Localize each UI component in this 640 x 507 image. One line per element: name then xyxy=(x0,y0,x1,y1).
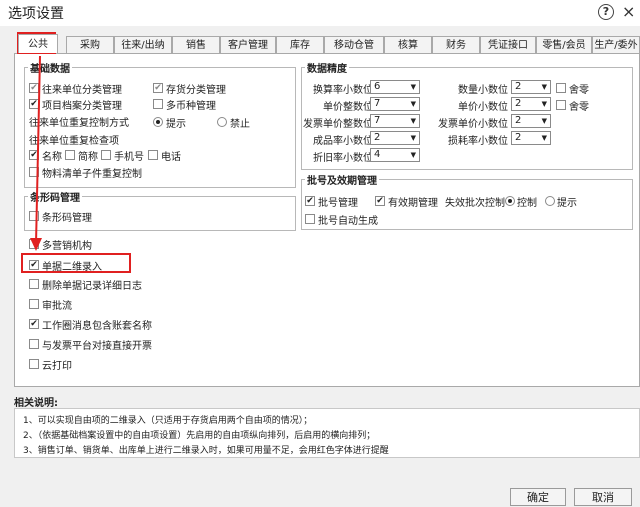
tab-public[interactable]: 公共 xyxy=(18,34,58,53)
note-line: 2、（依据基础档案设置中的自由项设置）先启用的自由项纵向排列，后启用的横向排列； xyxy=(23,431,376,441)
notes-title: 相关说明: xyxy=(14,398,58,409)
option-highlight-box xyxy=(21,253,131,273)
notes-box: 1、可以实现自由项的二维录入（只适用于存货启用两个自由项的情况）； 2、（依据基… xyxy=(14,408,640,458)
cancel-button[interactable]: 取消 xyxy=(574,488,632,506)
ok-button[interactable]: 确定 xyxy=(510,488,566,506)
note-line: 1、可以实现自由项的二维录入（只适用于存货启用两个自由项的情况）； xyxy=(23,416,313,426)
note-line: 3、销售订单、销货单、出库单上进行二维录入时，如果可用量不足，会用红色字体进行提… xyxy=(23,446,389,456)
notes-section: 相关说明: 1、可以实现自由项的二维录入（只适用于存货启用两个自由项的情况）； … xyxy=(14,394,640,464)
